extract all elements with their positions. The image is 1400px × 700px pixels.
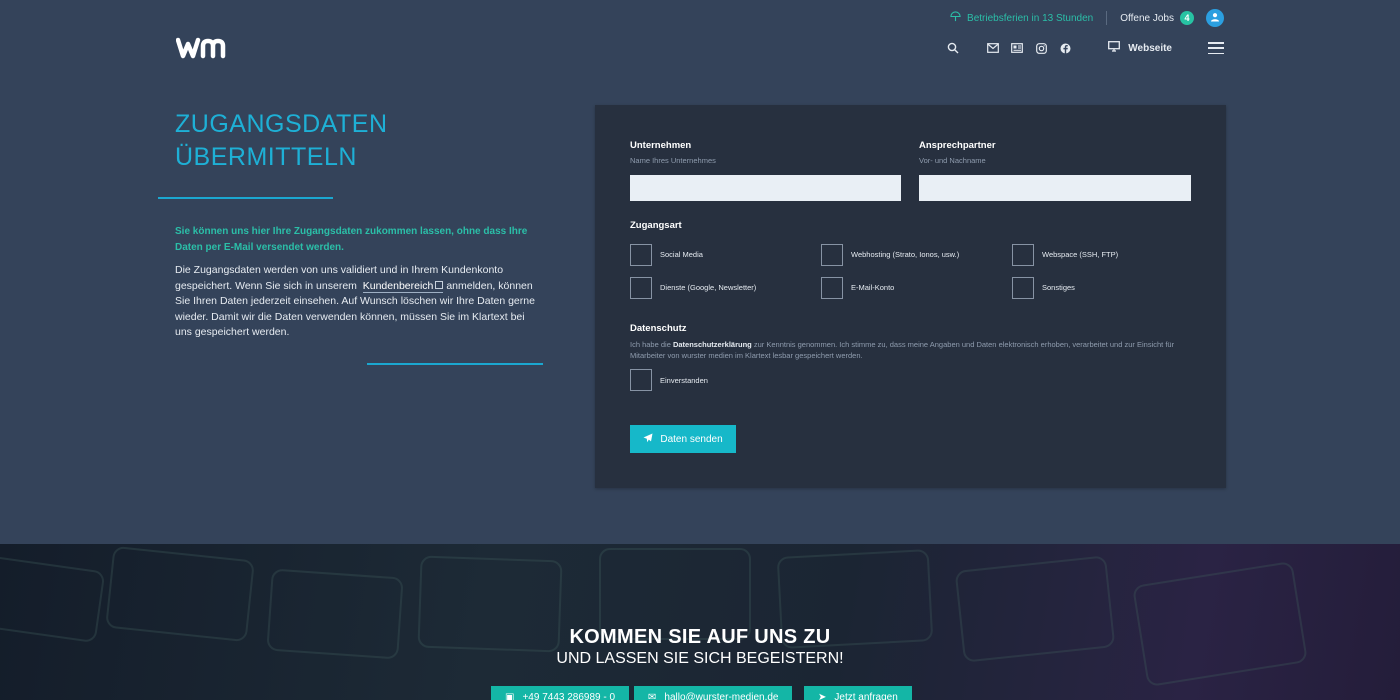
send-icon: ➤ xyxy=(818,691,827,700)
phone-label: +49 7443 286989 - 0 xyxy=(522,691,616,700)
title-line-1: ZUGANGSDATEN xyxy=(175,110,388,138)
checkbox-email-account[interactable] xyxy=(821,277,843,299)
monitor-icon xyxy=(1108,41,1121,55)
instagram-icon[interactable] xyxy=(1034,41,1048,55)
divider xyxy=(1106,11,1108,25)
holiday-notice[interactable]: Betriebsferien in 13 Stunden xyxy=(950,11,1093,25)
customer-area-label: Kundenbereich xyxy=(362,279,434,292)
checkbox-webspace[interactable] xyxy=(1012,244,1034,266)
option-label-email-account: E-Mail-Konto xyxy=(851,283,895,292)
phone-icon: ▣ xyxy=(505,691,515,700)
checkbox-webhosting[interactable] xyxy=(821,244,843,266)
mail-button[interactable]: ✉ hallo@wurster-medien.de xyxy=(634,686,793,700)
option-label-webspace: Webspace (SSH, FTP) xyxy=(1042,250,1119,259)
external-link-icon xyxy=(435,280,444,289)
envelope-icon: ✉ xyxy=(648,691,657,700)
privacy-heading: Datenschutz xyxy=(630,323,687,334)
company-label: Unternehmen xyxy=(630,140,692,151)
privacy-text: Ich habe die Datenschutzerklärung zur Ke… xyxy=(630,339,1180,361)
keyboard-background xyxy=(0,546,1307,686)
news-icon[interactable] xyxy=(1010,41,1024,55)
mail-label: hallo@wurster-medien.de xyxy=(664,691,779,700)
credentials-form: Unternehmen Name Ihres Unternehmes Anspr… xyxy=(595,105,1226,488)
jobs-count-badge: 4 xyxy=(1180,11,1194,25)
contact-label: Ansprechpartner xyxy=(919,140,996,151)
open-jobs-link[interactable]: Offene Jobs 4 xyxy=(1120,11,1194,25)
customer-area-link[interactable]: Kundenbereich xyxy=(362,279,444,293)
user-account-button[interactable] xyxy=(1206,9,1224,27)
option-label-services: Dienste (Google, Newsletter) xyxy=(660,283,757,292)
request-button[interactable]: ➤ Jetzt anfragen xyxy=(804,686,912,700)
access-type-label: Zugangsart xyxy=(630,220,682,231)
submit-button[interactable]: Daten senden xyxy=(630,425,736,453)
privacy-policy-link[interactable]: Datenschutzerklärung xyxy=(673,340,752,349)
jobs-label: Offene Jobs xyxy=(1120,12,1174,24)
company-hint: Name Ihres Unternehmes xyxy=(630,156,716,165)
send-icon xyxy=(643,433,653,446)
checkbox-social-media[interactable] xyxy=(630,244,652,266)
facebook-icon[interactable] xyxy=(1058,41,1072,55)
option-label-social-media: Social Media xyxy=(660,250,703,259)
hero-title: KOMMEN SIE AUF UNS ZU xyxy=(569,626,831,648)
website-link[interactable]: Webseite xyxy=(1108,41,1172,55)
contact-input[interactable] xyxy=(919,175,1191,201)
accent-line-top xyxy=(158,197,333,199)
checkbox-services[interactable] xyxy=(630,277,652,299)
option-label-other: Sonstiges xyxy=(1042,283,1075,292)
social-links xyxy=(986,41,1072,55)
agree-label: Einverstanden xyxy=(660,376,708,385)
page-title: ZUGANGSDATEN ÜBERMITTELN xyxy=(175,108,555,174)
checkbox-agree[interactable] xyxy=(630,369,652,391)
accent-line-bottom xyxy=(367,363,543,365)
request-label: Jetzt anfragen xyxy=(834,691,898,700)
option-label-webhosting: Webhosting (Strato, Ionos, usw.) xyxy=(851,250,960,259)
submit-label: Daten senden xyxy=(660,433,723,445)
umbrella-icon xyxy=(950,11,961,25)
website-label: Webseite xyxy=(1128,42,1172,54)
menu-icon[interactable] xyxy=(1208,42,1224,54)
checkbox-other[interactable] xyxy=(1012,277,1034,299)
topbar: Betriebsferien in 13 Stunden Offene Jobs… xyxy=(950,8,1224,28)
user-icon xyxy=(1210,12,1220,25)
company-input[interactable] xyxy=(630,175,901,201)
search-icon[interactable] xyxy=(946,41,960,55)
holiday-text: Betriebsferien in 13 Stunden xyxy=(967,12,1094,24)
main-nav: Webseite xyxy=(946,38,1224,58)
contact-hint: Vor- und Nachname xyxy=(919,156,986,165)
wm-logo[interactable] xyxy=(175,34,234,62)
title-line-2: ÜBERMITTELN xyxy=(175,143,357,171)
privacy-pre: Ich habe die xyxy=(630,340,671,349)
mail-icon[interactable] xyxy=(986,41,1000,55)
contact-hero: KOMMEN SIE AUF UNS ZU UND LASSEN SIE SIC… xyxy=(0,544,1400,700)
hero-subtitle: UND LASSEN SIE SICH BEGEISTERN! xyxy=(556,650,844,667)
lead-text: Sie können uns hier Ihre Zugangsdaten zu… xyxy=(175,226,528,253)
phone-button[interactable]: ▣ +49 7443 286989 - 0 xyxy=(491,686,630,700)
intro-body: Die Zugangsdaten werden von uns validier… xyxy=(175,263,535,341)
